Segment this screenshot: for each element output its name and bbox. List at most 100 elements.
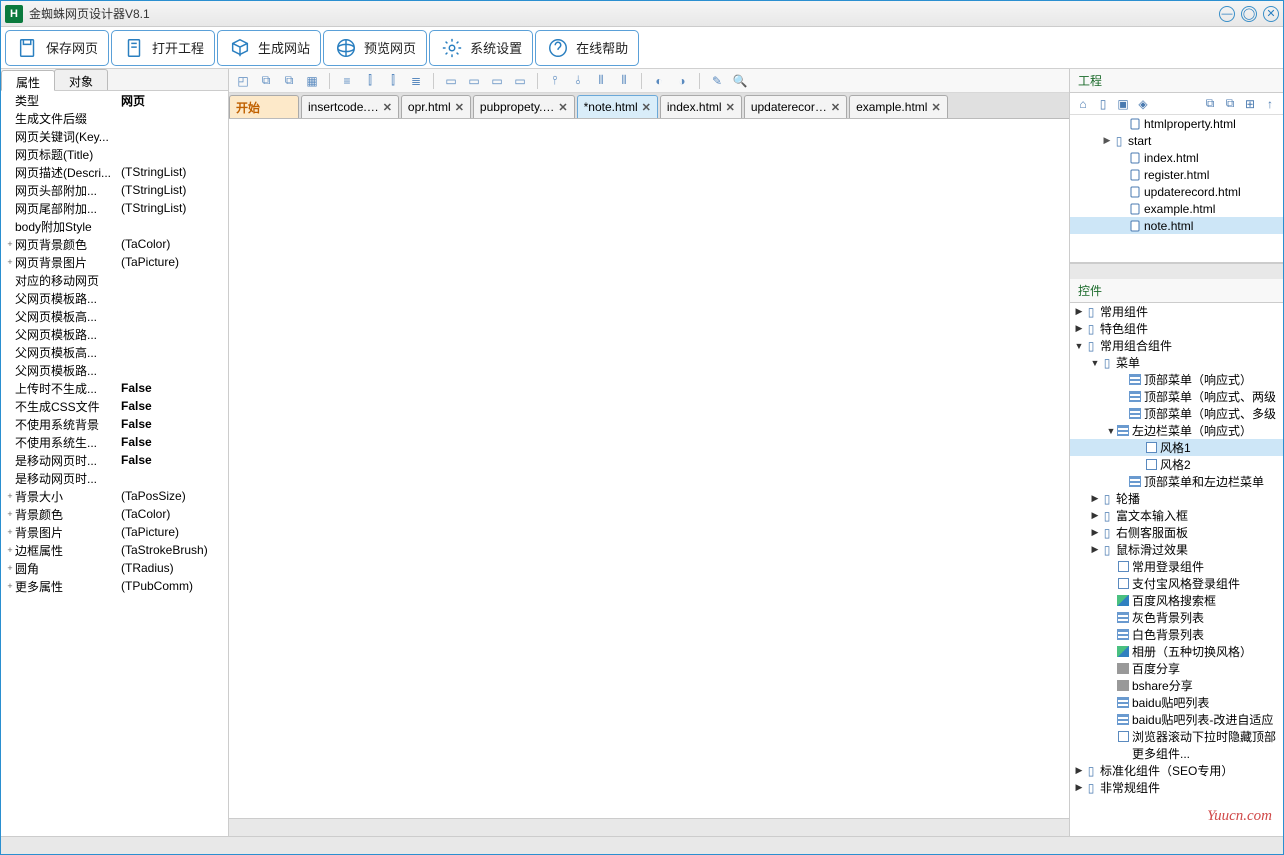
close-tab-icon[interactable]: ✕	[383, 101, 392, 114]
editor-tool-20[interactable]: ◐	[649, 72, 669, 90]
property-row[interactable]: +背景大小(TaPosSize)	[1, 487, 228, 505]
copy-icon[interactable]: ⧉	[1201, 95, 1219, 113]
expand-icon[interactable]: +	[5, 581, 15, 591]
expand-icon[interactable]: ▶	[1074, 323, 1084, 334]
project-tree-item[interactable]: index.html	[1070, 149, 1283, 166]
project-tree-item[interactable]: register.html	[1070, 166, 1283, 183]
property-row[interactable]: 对应的移动网页	[1, 271, 228, 289]
property-value[interactable]: (TaPicture)	[121, 255, 228, 269]
editor-tool-6[interactable]: ⫿	[360, 72, 380, 90]
control-tree-item[interactable]: 支付宝风格登录组件	[1070, 575, 1283, 592]
project-tree-item[interactable]: note.html	[1070, 217, 1283, 234]
project-tree-item[interactable]: htmlproperty.html	[1070, 115, 1283, 132]
file-tab[interactable]: index.html✕	[660, 95, 742, 118]
property-grid[interactable]: 类型网页生成文件后缀网页关键词(Key...网页标题(Title)网页描述(De…	[1, 91, 228, 836]
control-tree-item[interactable]: 风格2	[1070, 456, 1283, 473]
property-value[interactable]: (TRadius)	[121, 561, 228, 575]
control-tree-item[interactable]: bshare分享	[1070, 677, 1283, 694]
control-tree-item[interactable]: ▶▯富文本输入框	[1070, 507, 1283, 524]
property-row[interactable]: 是移动网页时...False	[1, 451, 228, 469]
file-tab[interactable]: insertcode.…✕	[301, 95, 399, 118]
home-icon[interactable]: ⌂	[1074, 95, 1092, 113]
expand-icon[interactable]: ▼	[1074, 341, 1084, 351]
expand-icon[interactable]: +	[5, 257, 15, 267]
control-tree-item[interactable]: baidu贴吧列表	[1070, 694, 1283, 711]
control-tree-item[interactable]: 灰色背景列表	[1070, 609, 1283, 626]
property-row[interactable]: +背景颜色(TaColor)	[1, 505, 228, 523]
editor-tool-16[interactable]: ⫰	[568, 72, 588, 90]
control-tree-item[interactable]: 风格1	[1070, 439, 1283, 456]
project-tree[interactable]: htmlproperty.html▶▯startindex.htmlregist…	[1070, 115, 1283, 263]
property-value[interactable]: (TStringList)	[121, 201, 228, 215]
editor-tool-2[interactable]: ⧉	[279, 72, 299, 90]
file-tab[interactable]: pubpropety.…✕	[473, 95, 575, 118]
editor-tool-21[interactable]: ◑	[672, 72, 692, 90]
property-row[interactable]: +更多属性(TPubComm)	[1, 577, 228, 595]
property-row[interactable]: 网页尾部附加...(TStringList)	[1, 199, 228, 217]
open-button[interactable]: 打开工程	[111, 30, 215, 66]
property-value[interactable]: (TStringList)	[121, 183, 228, 197]
property-row[interactable]: 父网页模板路...	[1, 361, 228, 379]
editor-tool-13[interactable]: ▭	[510, 72, 530, 90]
property-value[interactable]: (TaColor)	[121, 507, 228, 521]
expand-icon[interactable]: +	[5, 509, 15, 519]
property-row[interactable]: 类型网页	[1, 91, 228, 109]
file-tab[interactable]: example.html✕	[849, 95, 948, 118]
page-icon[interactable]: ▯	[1094, 95, 1112, 113]
control-tree-item[interactable]: ▶▯右侧客服面板	[1070, 524, 1283, 541]
close-tab-icon[interactable]: ✕	[931, 101, 940, 114]
property-row[interactable]: 父网页模板高...	[1, 307, 228, 325]
help-button[interactable]: 在线帮助	[535, 30, 639, 66]
editor-tool-5[interactable]: ≡	[337, 72, 357, 90]
close-tab-icon[interactable]: ✕	[726, 101, 735, 114]
close-tab-icon[interactable]: ✕	[642, 101, 651, 114]
property-row[interactable]: 网页关键词(Key...	[1, 127, 228, 145]
cube-icon[interactable]: ▣	[1114, 95, 1132, 113]
new-icon[interactable]: ⊞	[1241, 95, 1259, 113]
property-row[interactable]: 不生成CSS文件False	[1, 397, 228, 415]
control-tree-item[interactable]: 浏览器滚动下拉时隐藏顶部	[1070, 728, 1283, 745]
editor-tool-11[interactable]: ▭	[464, 72, 484, 90]
property-row[interactable]: +圆角(TRadius)	[1, 559, 228, 577]
settings-button[interactable]: 系统设置	[429, 30, 533, 66]
editor-tool-8[interactable]: ≣	[406, 72, 426, 90]
control-tree-item[interactable]: ▼▯菜单	[1070, 354, 1283, 371]
property-row[interactable]: +网页背景图片(TaPicture)	[1, 253, 228, 271]
project-tree-item[interactable]: updaterecord.html	[1070, 183, 1283, 200]
control-tree-item[interactable]: ▶▯标准化组件（SEO专用）	[1070, 762, 1283, 779]
expand-icon[interactable]: +	[5, 239, 15, 249]
property-value[interactable]: False	[121, 381, 228, 395]
control-tree-item[interactable]: ▶▯特色组件	[1070, 320, 1283, 337]
property-row[interactable]: 生成文件后缀	[1, 109, 228, 127]
control-tree-item[interactable]: 顶部菜单（响应式、多级	[1070, 405, 1283, 422]
property-value[interactable]: False	[121, 399, 228, 413]
project-tree-item[interactable]: example.html	[1070, 200, 1283, 217]
property-row[interactable]: 父网页模板路...	[1, 289, 228, 307]
maximize-button[interactable]: ◯	[1241, 6, 1257, 22]
property-row[interactable]: +边框属性(TaStrokeBrush)	[1, 541, 228, 559]
expand-icon[interactable]: +	[5, 491, 15, 501]
control-tree-item[interactable]: ▶▯轮播	[1070, 490, 1283, 507]
control-tree-item[interactable]: ▼▯常用组合组件	[1070, 337, 1283, 354]
property-row[interactable]: 不使用系统生...False	[1, 433, 228, 451]
property-value[interactable]: False	[121, 453, 228, 467]
control-tree-item[interactable]: baidu贴吧列表-改进自适应	[1070, 711, 1283, 728]
file-tab[interactable]: *note.html✕	[577, 95, 658, 118]
design-canvas[interactable]	[229, 119, 1069, 818]
property-row[interactable]: 不使用系统背景False	[1, 415, 228, 433]
control-tree-item[interactable]: ▶▯鼠标滑过效果	[1070, 541, 1283, 558]
editor-tool-15[interactable]: ⫯	[545, 72, 565, 90]
property-row[interactable]: 父网页模板高...	[1, 343, 228, 361]
close-button[interactable]: ✕	[1263, 6, 1279, 22]
control-tree-item[interactable]: 百度风格搜索框	[1070, 592, 1283, 609]
close-tab-icon[interactable]: ✕	[558, 101, 567, 114]
expand-icon[interactable]: ▼	[1106, 426, 1116, 436]
property-row[interactable]: 网页描述(Descri...(TStringList)	[1, 163, 228, 181]
editor-tool-1[interactable]: ⧉	[256, 72, 276, 90]
save-button[interactable]: 保存网页	[5, 30, 109, 66]
file-tab[interactable]: 开始	[229, 95, 299, 118]
close-tab-icon[interactable]: ✕	[455, 101, 464, 114]
control-tree-item[interactable]: 白色背景列表	[1070, 626, 1283, 643]
project-tree-item[interactable]: ▶▯start	[1070, 132, 1283, 149]
tab-objects[interactable]: 对象	[54, 69, 108, 90]
